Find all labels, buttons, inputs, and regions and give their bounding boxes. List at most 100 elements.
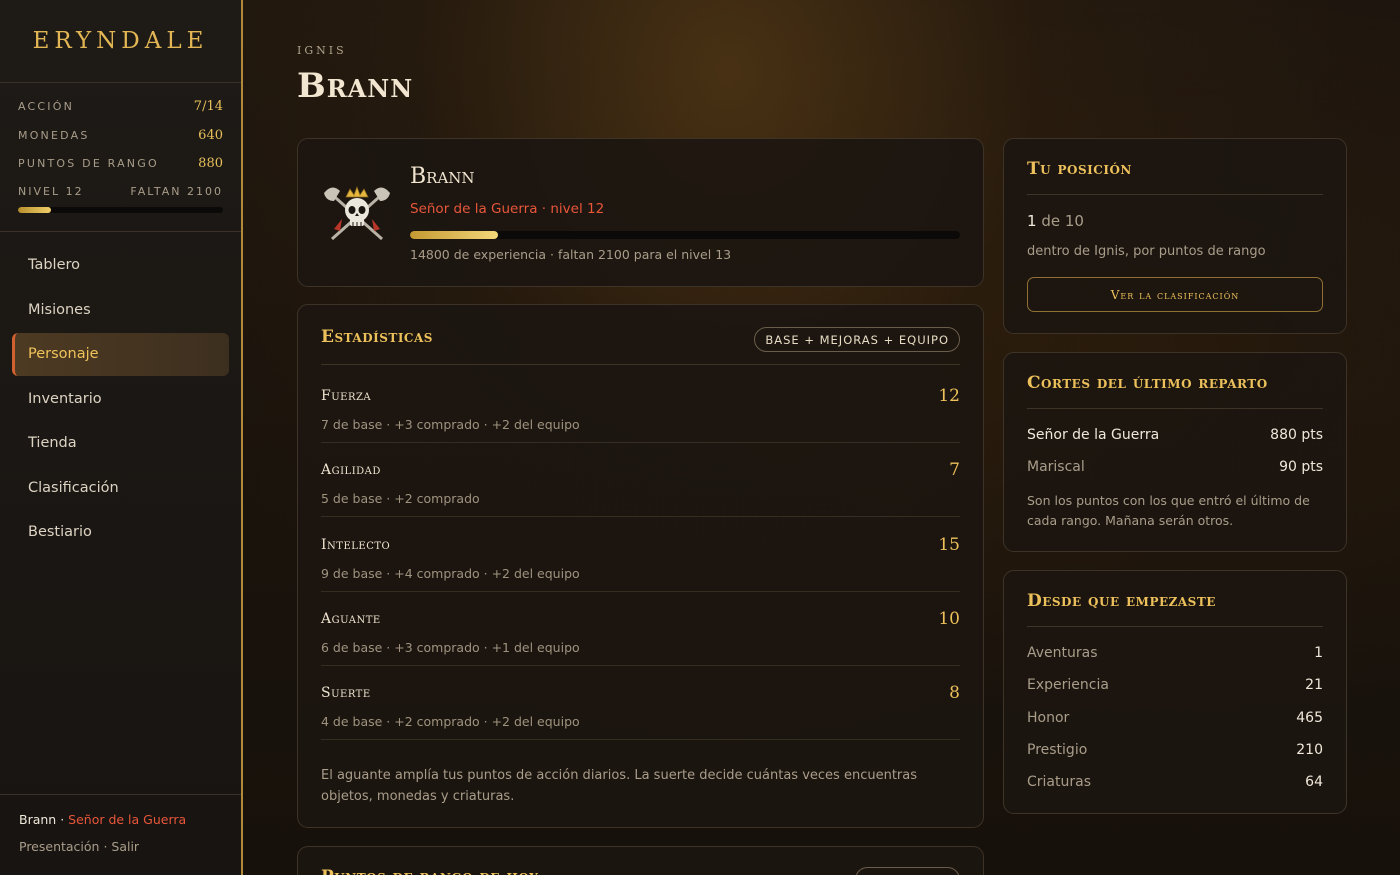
sidebar-footer: Brann · Señor de la Guerra Presentación …	[0, 794, 241, 875]
stat-accion: ACCIÓN 7/14	[18, 99, 223, 128]
stats-note: El aguante amplía tus puntos de acción d…	[321, 768, 918, 804]
attribute-value: 15	[938, 534, 960, 555]
attribute-value: 12	[938, 386, 960, 406]
character-rank: Señor de la Guerra · nivel 12	[410, 201, 605, 217]
position-sub: dentro de Ignis, por puntos de rango	[1027, 244, 1266, 259]
since-value: 465	[1296, 709, 1323, 726]
cuts-card: Cortes del último reparto Señor de la Gu…	[1003, 352, 1347, 552]
page-kicker: IGNIS	[297, 44, 347, 57]
xp-progress-bar	[410, 231, 960, 239]
cut-value: 880 pts	[1270, 427, 1323, 443]
footer-username: Brann	[19, 812, 57, 827]
position-total: de 10	[1036, 212, 1084, 230]
nav-item-personaje[interactable]: Personaje	[12, 332, 229, 376]
attribute-detail: 5 de base · +2 comprado	[321, 491, 480, 507]
character-name: Brann	[410, 164, 475, 189]
position-number: 1	[1027, 212, 1037, 230]
since-label: Aventuras	[1027, 645, 1098, 661]
since-row: Aventuras 1	[1027, 645, 1323, 661]
main-nav: Tablero Misiones Personaje Inventario Tienda…	[0, 232, 241, 554]
since-row: Honor 465	[1027, 710, 1323, 726]
attribute-value: 8	[949, 683, 960, 704]
level-row: NIVEL 12 FALTAN 2100	[18, 185, 223, 198]
nav-item-clasificacion[interactable]: Clasificación	[12, 466, 229, 509]
stats-badge: BASE + MEJORAS + EQUIPO	[754, 327, 960, 352]
since-label: Experiencia	[1027, 677, 1109, 694]
player-stats: ACCIÓN 7/14 MONEDAS 640 PUNTOS DE RANGO …	[0, 83, 241, 232]
attribute-name: Suerte	[321, 685, 371, 702]
cut-row: Señor de la Guerra 880 pts	[1027, 427, 1323, 443]
position-title: Tu posición	[1027, 159, 1132, 179]
stat-monedas: MONEDAS 640	[18, 128, 223, 157]
since-row: Criaturas 64	[1027, 774, 1323, 790]
footer-sep: ·	[56, 812, 69, 827]
since-row: Experiencia 21	[1027, 677, 1323, 693]
since-value: 1	[1314, 645, 1323, 661]
attribute-name: Intelecto	[321, 536, 391, 553]
stat-label: ACCIÓN	[18, 100, 75, 113]
attribute-value: 10	[938, 608, 960, 629]
divider	[321, 364, 960, 365]
nav-item-tienda[interactable]: Tienda	[12, 422, 229, 465]
attribute-value: 7	[949, 460, 960, 481]
rank-today-title: Puntos de rango de hoy	[321, 867, 538, 875]
stat-label: PUNTOS DE RANGO	[18, 157, 159, 170]
level-progress-bar	[18, 206, 223, 213]
nav-item-bestiario[interactable]: Bestiario	[12, 511, 229, 554]
attribute-row: Intelecto 15 9 de base · +4 comprado · +2 …	[321, 518, 960, 592]
nav-item-inventario[interactable]: Inventario	[12, 377, 229, 420]
sidebar: ERYNDALE ACCIÓN 7/14 MONEDAS 640 PUNTOS …	[0, 0, 243, 875]
attribute-row: Suerte 8 4 de base · +2 comprado · +2 del …	[321, 666, 960, 741]
attribute-name: Aguante	[321, 610, 381, 627]
attribute-row: Agilidad 7 5 de base · +2 comprado	[321, 443, 960, 518]
attribute-row: Aguante 10 6 de base · +3 comprado · +1 de…	[321, 592, 960, 666]
since-label: Criaturas	[1027, 774, 1091, 791]
stat-value: 7/14	[193, 99, 223, 114]
since-row: Prestigio 210	[1027, 742, 1323, 758]
xp-text: 14800 de experiencia · faltan 2100 para …	[410, 247, 732, 262]
position-card: Tu posición 1 de 10 dentro de Ignis, por…	[1003, 138, 1347, 334]
since-value: 21	[1305, 677, 1323, 694]
cut-label: Mariscal	[1027, 459, 1085, 475]
rank-today-card: Puntos de rango de hoy	[297, 846, 984, 875]
divider	[1027, 626, 1323, 627]
attribute-name: Agilidad	[321, 462, 381, 479]
divider	[1027, 194, 1323, 195]
cut-value: 90 pts	[1279, 459, 1323, 475]
footer-links[interactable]: Presentación · Salir	[19, 839, 222, 854]
cut-row: Mariscal 90 pts	[1027, 459, 1323, 475]
stat-puntos-rango: PUNTOS DE RANGO 880	[18, 156, 223, 185]
divider	[1027, 408, 1323, 409]
cuts-note: Son los puntos con los que entró el últi…	[1027, 493, 1310, 528]
attribute-detail: 4 de base · +2 comprado · +2 del equipo	[321, 714, 580, 730]
cut-label: Señor de la Guerra	[1027, 427, 1160, 443]
attribute-row: Fuerza 12 7 de base · +3 comprado · +2 del…	[321, 369, 960, 443]
stats-title: Estadísticas	[321, 327, 433, 347]
since-value: 210	[1296, 741, 1323, 758]
brand-logo[interactable]: ERYNDALE	[0, 0, 241, 83]
since-card: Desde que empezaste Aventuras 1 Experienci…	[1003, 570, 1347, 814]
attribute-detail: 9 de base · +4 comprado · +2 del equipo	[321, 565, 580, 581]
attribute-detail: 6 de base · +3 comprado · +1 del equipo	[321, 639, 580, 655]
stat-label: MONEDAS	[18, 128, 90, 142]
level-remaining: FALTAN 2100	[130, 184, 223, 198]
since-label: Honor	[1027, 709, 1070, 726]
crowned-skull-crossed-axes-icon	[324, 185, 390, 241]
position-rank: 1 de 10	[1027, 212, 1084, 230]
rank-today-badge	[855, 867, 960, 875]
level-label: NIVEL 12	[18, 184, 84, 198]
since-title: Desde que empezaste	[1027, 591, 1216, 611]
attribute-name: Fuerza	[321, 388, 372, 404]
stat-value: 880	[198, 156, 223, 171]
character-card: Brann Señor de la Guerra · nivel 12 1480…	[297, 138, 984, 287]
level-progress-fill	[18, 206, 51, 213]
cuts-title: Cortes del último reparto	[1027, 373, 1268, 393]
nav-item-misiones[interactable]: Misiones	[12, 288, 229, 331]
view-ranking-button[interactable]: Ver la clasificación	[1027, 277, 1323, 312]
stats-card: Estadísticas BASE + MEJORAS + EQUIPO Fue…	[297, 304, 984, 828]
since-label: Prestigio	[1027, 741, 1088, 758]
since-value: 64	[1305, 774, 1323, 791]
nav-item-tablero[interactable]: Tablero	[12, 244, 229, 287]
footer-user: Brann · Señor de la Guerra	[19, 812, 222, 827]
xp-progress-fill	[410, 231, 498, 239]
